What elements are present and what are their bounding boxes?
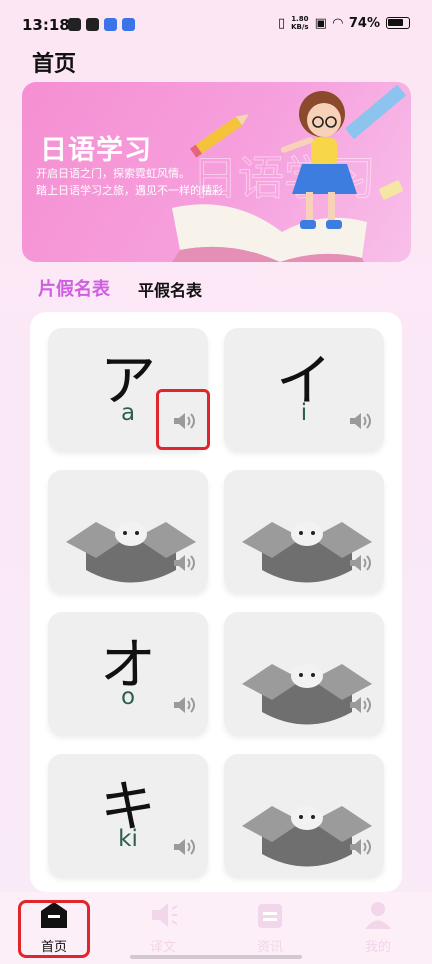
status-time: 13:18 bbox=[22, 16, 70, 34]
banner-subtitle-1: 开启日语之门，探索霓虹风情。 bbox=[36, 167, 190, 180]
nav-translate-label: 译文 bbox=[149, 940, 176, 955]
translate-icon bbox=[152, 903, 178, 927]
kana-card-locked[interactable] bbox=[224, 754, 384, 876]
nav-news-label: 资讯 bbox=[256, 940, 283, 955]
tab-hiragana[interactable]: 平假名表 bbox=[138, 277, 202, 301]
vibrate-icon: ▯ bbox=[277, 15, 286, 31]
app-notification-icon bbox=[86, 18, 99, 31]
notification-icons bbox=[68, 18, 135, 31]
speaker-highlight bbox=[156, 389, 210, 450]
app-notification-icon bbox=[122, 18, 135, 31]
battery-percent: 74% bbox=[348, 15, 380, 31]
kana-card[interactable]: キ ki bbox=[48, 754, 208, 876]
wifi-icon: ◠ bbox=[332, 15, 343, 31]
speaker-icon[interactable] bbox=[348, 552, 372, 578]
tab-katakana[interactable]: 片假名表 bbox=[38, 275, 110, 301]
status-right: ▯ 1.80 KB/s ▣ ◠ 74% bbox=[278, 15, 410, 31]
banner-subtitle-2: 踏上日语学习之旅，遇见不一样的精彩 bbox=[36, 184, 223, 197]
speaker-icon[interactable] bbox=[172, 552, 196, 578]
battery-icon bbox=[386, 17, 410, 29]
hero-banner[interactable]: 日语学习 日语学习 开启日语之门，探索霓虹风情。 踏上日语学习之旅，遇见不一样的… bbox=[22, 82, 411, 262]
nav-profile-label: 我的 bbox=[364, 940, 391, 955]
kana-grid: ア a イ i オ o キ ki bbox=[30, 312, 402, 892]
net-speed-unit: KB/s bbox=[291, 23, 309, 31]
news-icon bbox=[258, 904, 282, 928]
speaker-icon[interactable] bbox=[172, 694, 196, 720]
kana-card[interactable]: オ o bbox=[48, 612, 208, 734]
nav-home-highlight bbox=[18, 900, 90, 958]
nav-translate[interactable]: 译文 bbox=[128, 900, 198, 955]
net-speed-value: 1.80 bbox=[291, 15, 309, 23]
kana-card[interactable]: イ i bbox=[224, 328, 384, 450]
app-notification-icon bbox=[68, 18, 81, 31]
kana-card-locked[interactable] bbox=[224, 612, 384, 734]
speaker-icon[interactable] bbox=[348, 410, 372, 436]
speaker-icon[interactable] bbox=[348, 694, 372, 720]
gesture-bar[interactable] bbox=[130, 955, 302, 959]
app-notification-icon bbox=[104, 18, 117, 31]
profile-icon bbox=[365, 902, 391, 929]
sim-icon: ▣ bbox=[314, 15, 327, 31]
net-speed: 1.80 KB/s bbox=[291, 15, 308, 31]
nav-profile[interactable]: 我的 bbox=[343, 900, 413, 955]
speaker-icon[interactable] bbox=[348, 836, 372, 862]
nav-news[interactable]: 资讯 bbox=[235, 900, 305, 955]
status-bar: 13:18 ▯ 1.80 KB/s ▣ ◠ 74% bbox=[0, 0, 432, 50]
banner-title: 日语学习 bbox=[40, 135, 152, 166]
page-title: 首页 bbox=[32, 52, 77, 77]
speaker-icon[interactable] bbox=[172, 836, 196, 862]
kana-card-locked[interactable] bbox=[48, 470, 208, 592]
kana-card-locked[interactable] bbox=[224, 470, 384, 592]
